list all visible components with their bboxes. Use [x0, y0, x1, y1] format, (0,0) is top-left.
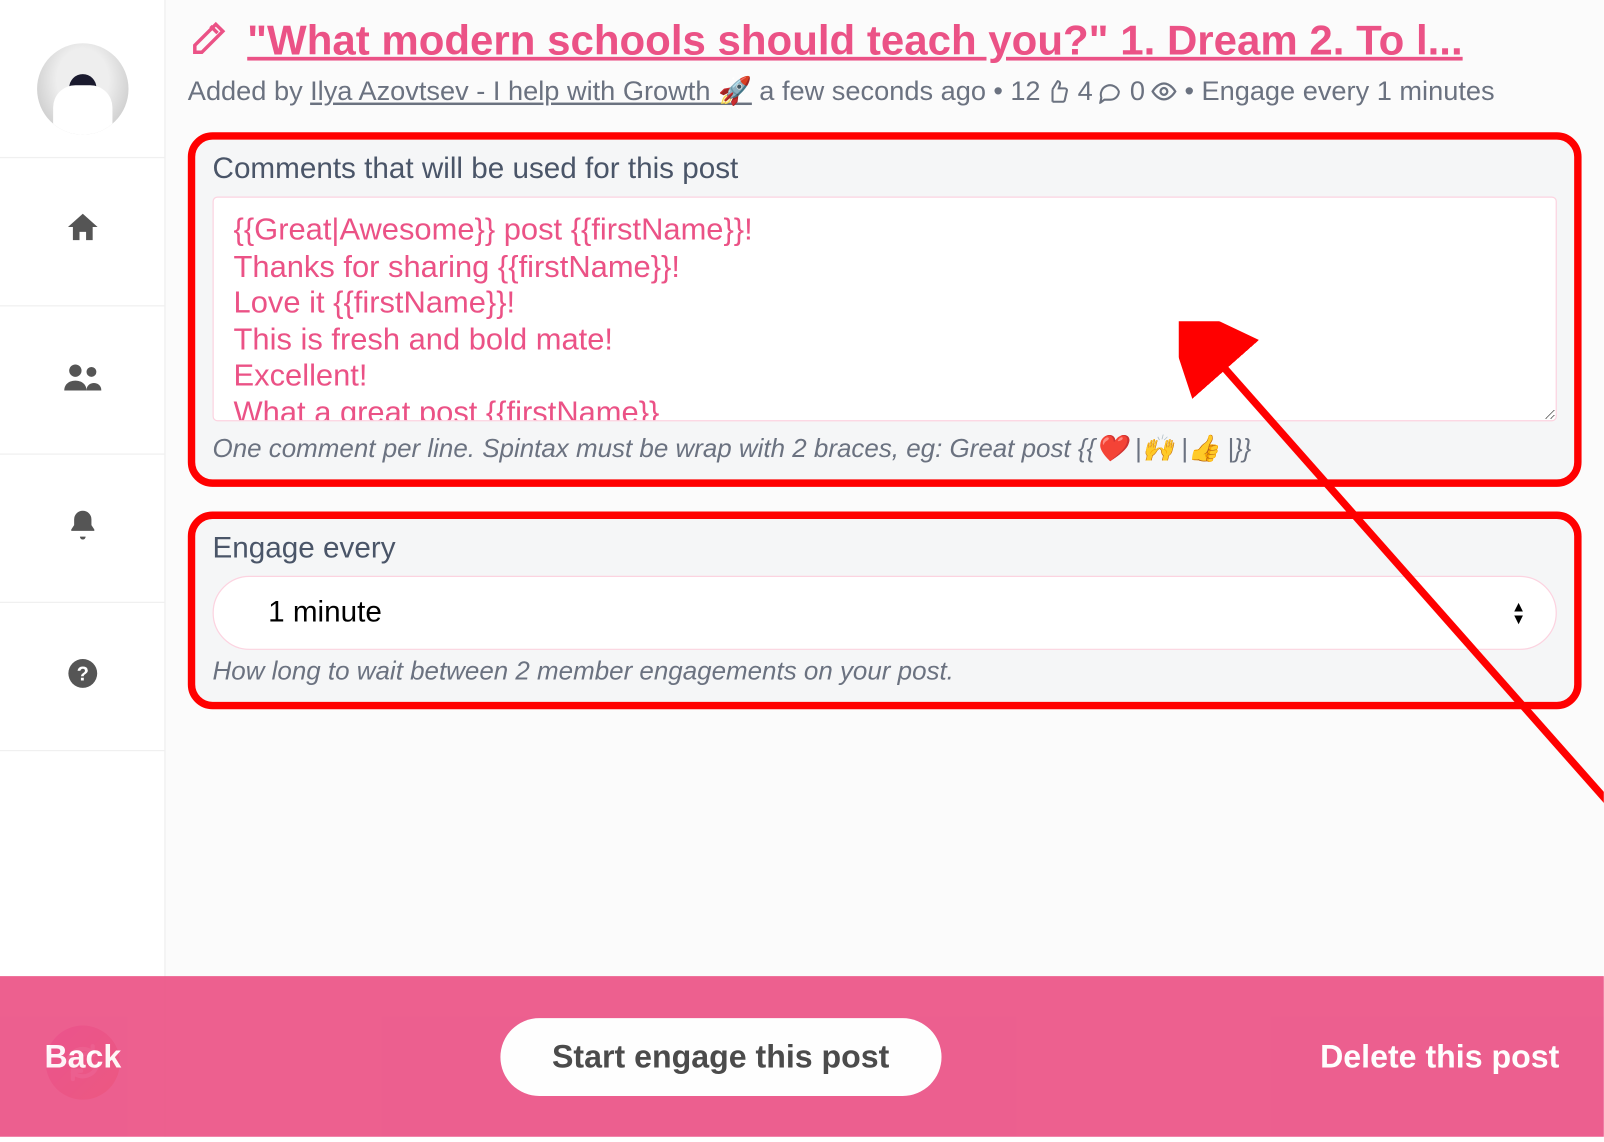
delete-post-button[interactable]: Delete this post	[1320, 1037, 1559, 1075]
edit-icon[interactable]	[188, 17, 230, 65]
likes-stat: 12	[1010, 75, 1070, 107]
engage-label: Engage every	[213, 531, 1557, 566]
views-stat: 0	[1130, 75, 1177, 107]
back-button[interactable]: Back	[44, 1037, 121, 1075]
sidebar-item-home[interactable]	[0, 158, 164, 306]
sidebar: ?	[0, 0, 166, 1137]
avatar[interactable]	[36, 43, 127, 134]
sidebar-item-users[interactable]	[0, 306, 164, 454]
avatar-block[interactable]	[0, 10, 164, 158]
engage-section: Engage every 1 minute ▲▼ How long to wai…	[188, 512, 1582, 710]
comments-label: Comments that will be used for this post	[213, 152, 1557, 187]
comments-textarea[interactable]	[213, 196, 1557, 421]
comments-stat: 4	[1078, 75, 1123, 107]
comments-hint: One comment per line. Spintax must be wr…	[213, 435, 1557, 465]
bell-icon	[65, 508, 100, 549]
main-content: "What modern schools should teach you?" …	[166, 0, 1604, 1137]
home-icon	[62, 209, 102, 255]
author-link[interactable]: Ilya Azovtsev - I help with Growth 🚀	[310, 75, 752, 107]
start-engage-button[interactable]: Start engage this post	[500, 1018, 941, 1096]
sidebar-item-notifications[interactable]	[0, 455, 164, 603]
added-by-label: Added by	[188, 75, 303, 107]
post-title-link[interactable]: "What modern schools should teach you?" …	[247, 17, 1463, 65]
engage-select[interactable]: 1 minute ▲▼	[213, 576, 1557, 650]
meta-row: Added by Ilya Azovtsev - I help with Gro…	[188, 75, 1582, 107]
time-ago: a few seconds ago	[759, 75, 986, 107]
footer-bar: Back Start engage this post Delete this …	[0, 976, 1604, 1137]
eye-icon	[1150, 78, 1177, 105]
help-icon: ?	[65, 656, 100, 697]
engage-hint: How long to wait between 2 member engage…	[213, 657, 1557, 687]
engage-frequency: Engage every 1 minutes	[1201, 75, 1494, 107]
users-icon	[61, 361, 103, 399]
svg-text:?: ?	[76, 664, 88, 686]
select-arrows-icon: ▲▼	[1511, 601, 1526, 626]
comment-icon	[1098, 79, 1123, 104]
thumbs-up-icon	[1046, 79, 1071, 104]
comments-section: Comments that will be used for this post…	[188, 132, 1582, 487]
sidebar-item-help[interactable]: ?	[0, 603, 164, 751]
engage-select-value: 1 minute	[268, 596, 382, 631]
